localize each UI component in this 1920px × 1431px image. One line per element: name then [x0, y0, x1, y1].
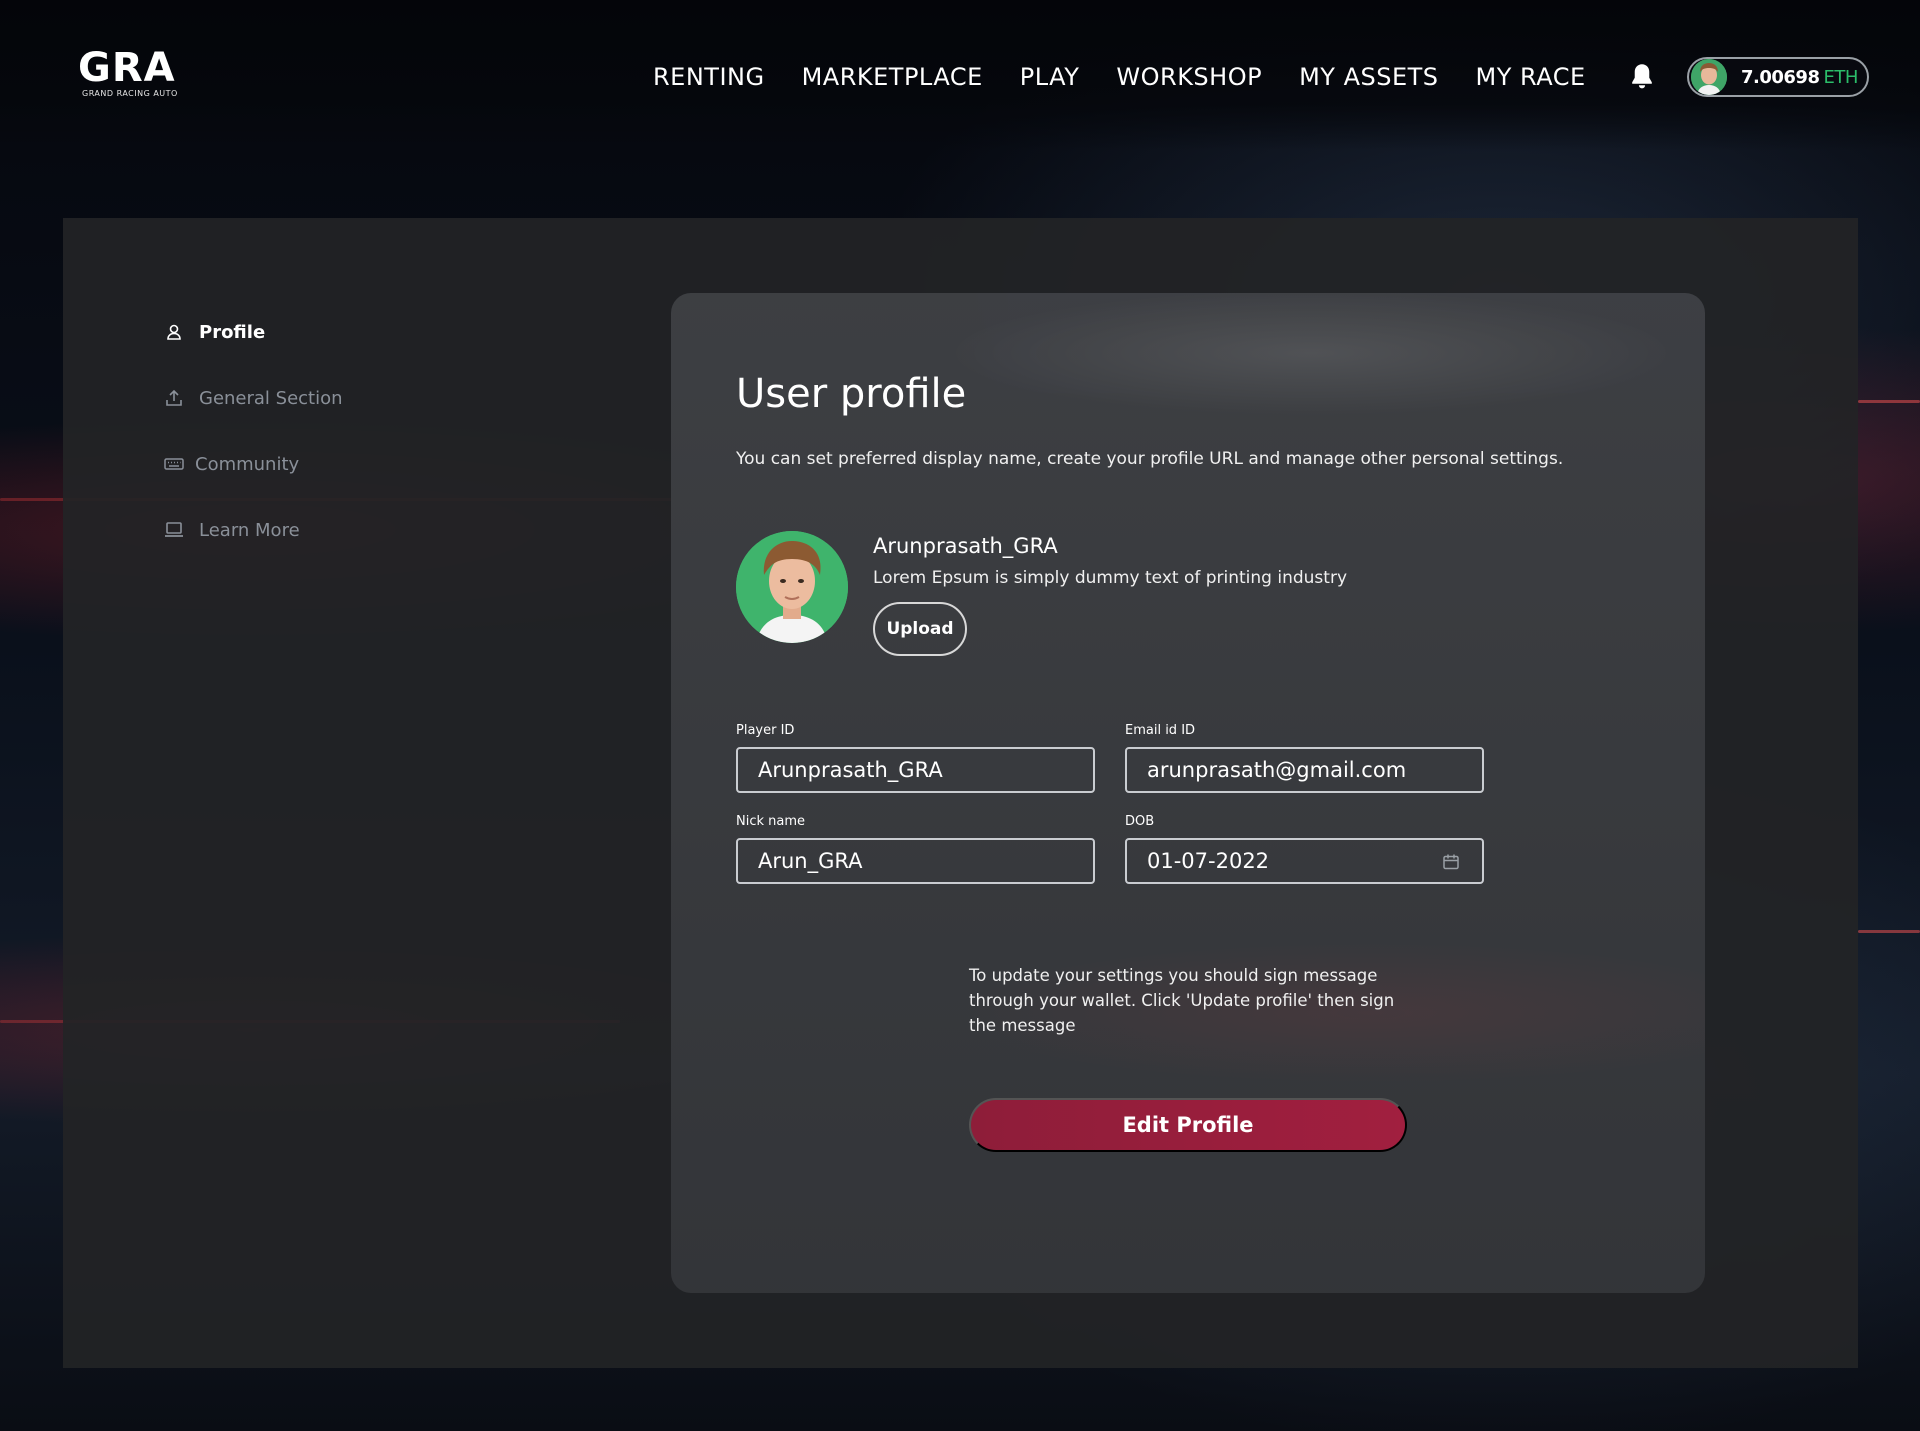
avatar	[1691, 59, 1727, 95]
sidebar-item-learn-more[interactable]: Learn More	[163, 516, 343, 544]
sidebar-item-label: General Section	[199, 387, 343, 409]
sidebar-item-general-section[interactable]: General Section	[163, 384, 343, 412]
sidebar-item-label: Profile	[199, 321, 266, 343]
nickname-label: Nick name	[736, 814, 806, 829]
wallet-balance[interactable]: 7.00698 ETH	[1687, 57, 1869, 97]
eth-amount: 7.00698	[1741, 66, 1820, 88]
nickname-value: Arun_GRA	[758, 849, 863, 873]
profile-bio: Lorem Epsum is simply dummy text of prin…	[873, 568, 1348, 588]
sidebar-item-label: Community	[195, 453, 300, 475]
dob-field[interactable]: 01-07-2022	[1125, 838, 1484, 884]
settings-sidebar: Profile General Section Community Learn …	[163, 318, 343, 582]
nav-item-workshop[interactable]: WORKSHOP	[1116, 60, 1262, 94]
brand-logo[interactable]: GRA GRAND RACING AUTO	[78, 48, 188, 98]
upload-button[interactable]: Upload	[873, 602, 967, 656]
user-profile-card: User profile You can set preferred displ…	[671, 293, 1705, 1293]
nav-item-my-assets[interactable]: MY ASSETS	[1299, 60, 1438, 94]
page-title: User profile	[736, 371, 967, 417]
email-value: arunprasath@gmail.com	[1147, 758, 1407, 782]
nav-item-renting[interactable]: RENTING	[653, 60, 765, 94]
nav-item-my-race[interactable]: MY RACE	[1476, 60, 1586, 94]
player-id-label: Player ID	[736, 723, 795, 738]
upload-icon	[163, 387, 185, 409]
nav-item-marketplace[interactable]: MARKETPLACE	[802, 60, 983, 94]
top-navbar: GRA GRAND RACING AUTO RENTING MARKETPLAC…	[0, 0, 1920, 150]
update-instructions: To update your settings you should sign …	[969, 966, 1395, 1035]
dob-value: 01-07-2022	[1147, 849, 1270, 873]
logo-text: GRA	[78, 45, 176, 91]
logo-subtext: GRAND RACING AUTO	[82, 89, 178, 98]
laptop-icon	[163, 519, 185, 541]
sidebar-item-label: Learn More	[199, 519, 300, 541]
calendar-icon[interactable]	[1442, 852, 1460, 870]
sidebar-item-community[interactable]: Community	[163, 450, 343, 478]
main-nav: RENTING MARKETPLACE PLAY WORKSHOP MY ASS…	[653, 60, 1623, 94]
user-icon	[163, 321, 185, 343]
wallet-amount: 7.00698 ETH	[1741, 67, 1858, 88]
background-streak	[1858, 930, 1920, 933]
bell-icon[interactable]	[1628, 62, 1656, 92]
settings-panel: Profile General Section Community Learn …	[63, 218, 1858, 1368]
page-subtitle: You can set preferred display name, crea…	[736, 449, 1564, 469]
nickname-field[interactable]: Arun_GRA	[736, 838, 1095, 884]
sidebar-item-profile[interactable]: Profile	[163, 318, 343, 346]
player-id-value: Arunprasath_GRA	[758, 758, 943, 782]
nav-item-play[interactable]: PLAY	[1020, 60, 1080, 94]
background-streak	[1858, 400, 1920, 403]
edit-profile-button[interactable]: Edit Profile	[969, 1098, 1407, 1152]
avatar	[736, 531, 848, 643]
email-label: Email id ID	[1125, 723, 1196, 738]
eth-unit: ETH	[1823, 66, 1858, 88]
dob-label: DOB	[1125, 814, 1155, 829]
keyboard-icon	[163, 453, 185, 475]
player-id-field[interactable]: Arunprasath_GRA	[736, 747, 1095, 793]
email-field[interactable]: arunprasath@gmail.com	[1125, 747, 1484, 793]
profile-username: Arunprasath_GRA	[873, 534, 1058, 558]
